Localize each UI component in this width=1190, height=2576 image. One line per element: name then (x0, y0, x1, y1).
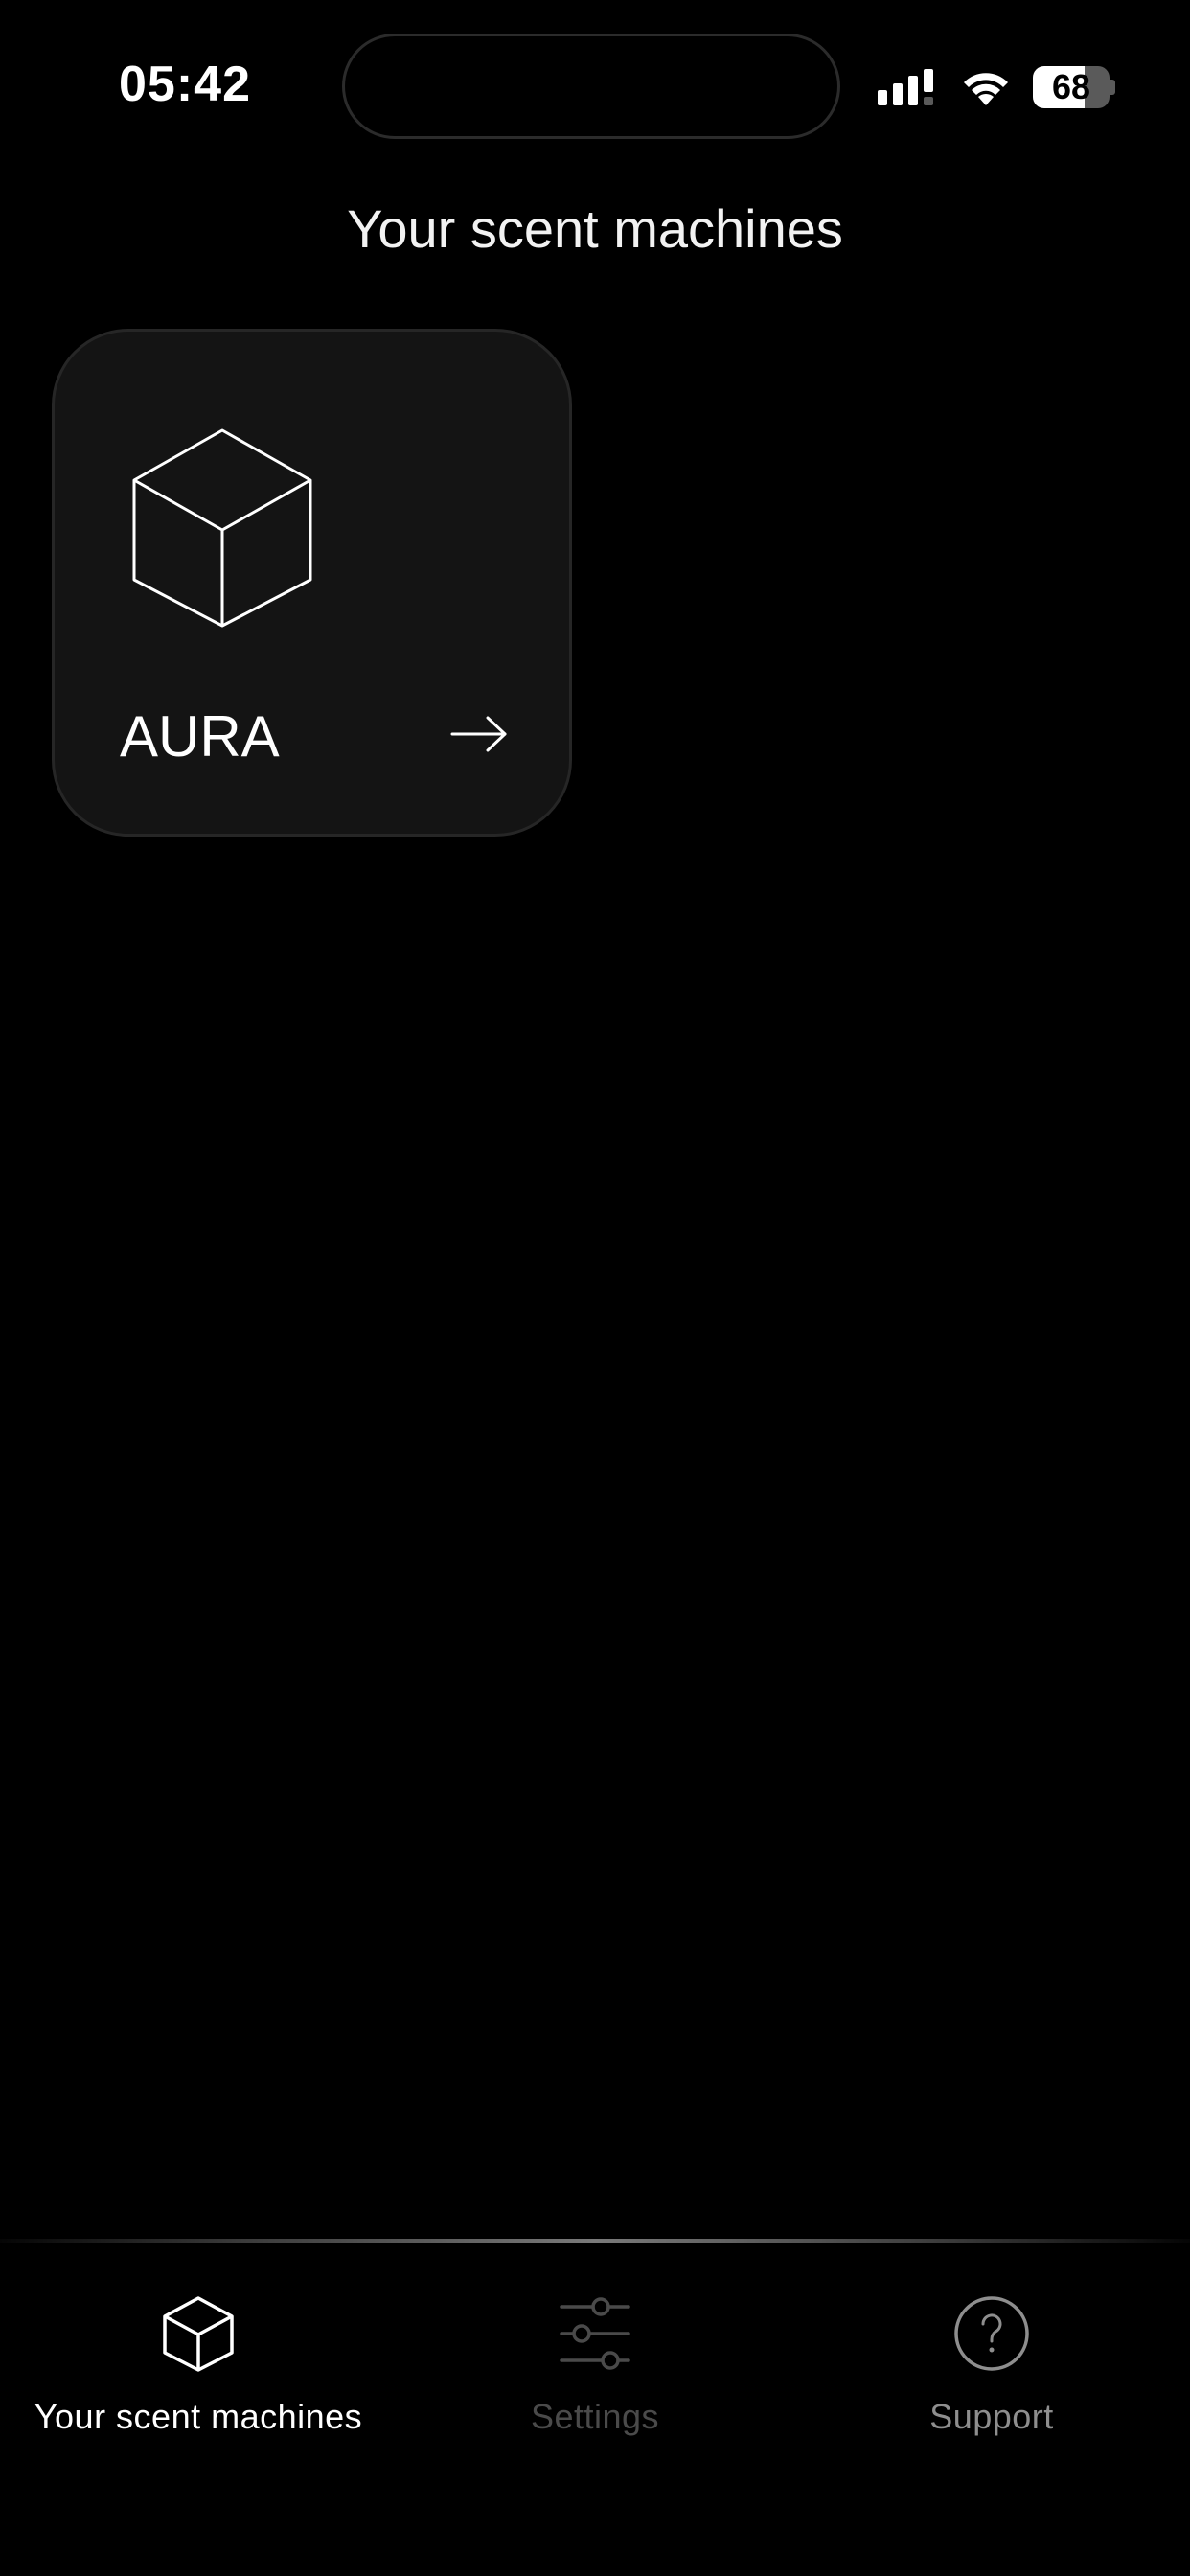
machine-card-aura[interactable]: AURA (52, 329, 572, 837)
tab-label: Your scent machines (34, 2397, 363, 2436)
cube-icon (163, 2296, 234, 2372)
tab-settings[interactable]: Settings (397, 2295, 793, 2458)
help-circle-icon (954, 2296, 1029, 2371)
tab-label: Settings (530, 2397, 660, 2436)
arrow-right-icon[interactable] (449, 713, 509, 755)
tab-your-scent-machines[interactable]: Your scent machines (0, 2295, 397, 2458)
machine-name: AURA (120, 704, 280, 769)
status-icons: 68 (876, 61, 1115, 113)
page-title: Your scent machines (347, 198, 843, 259)
tab-label: Support (929, 2397, 1054, 2436)
battery-level: 68 (1051, 67, 1091, 106)
battery-icon: 68 (1033, 66, 1115, 108)
sliders-icon (560, 2297, 630, 2370)
dynamic-island (342, 34, 840, 139)
tab-bar: Your scent machines Settings Support (0, 2243, 1190, 2576)
tab-support[interactable]: Support (793, 2295, 1190, 2458)
cube-icon (132, 428, 312, 628)
wifi-icon (964, 73, 1008, 105)
status-time: 05:42 (119, 57, 251, 112)
cellular-signal-icon (878, 69, 933, 105)
